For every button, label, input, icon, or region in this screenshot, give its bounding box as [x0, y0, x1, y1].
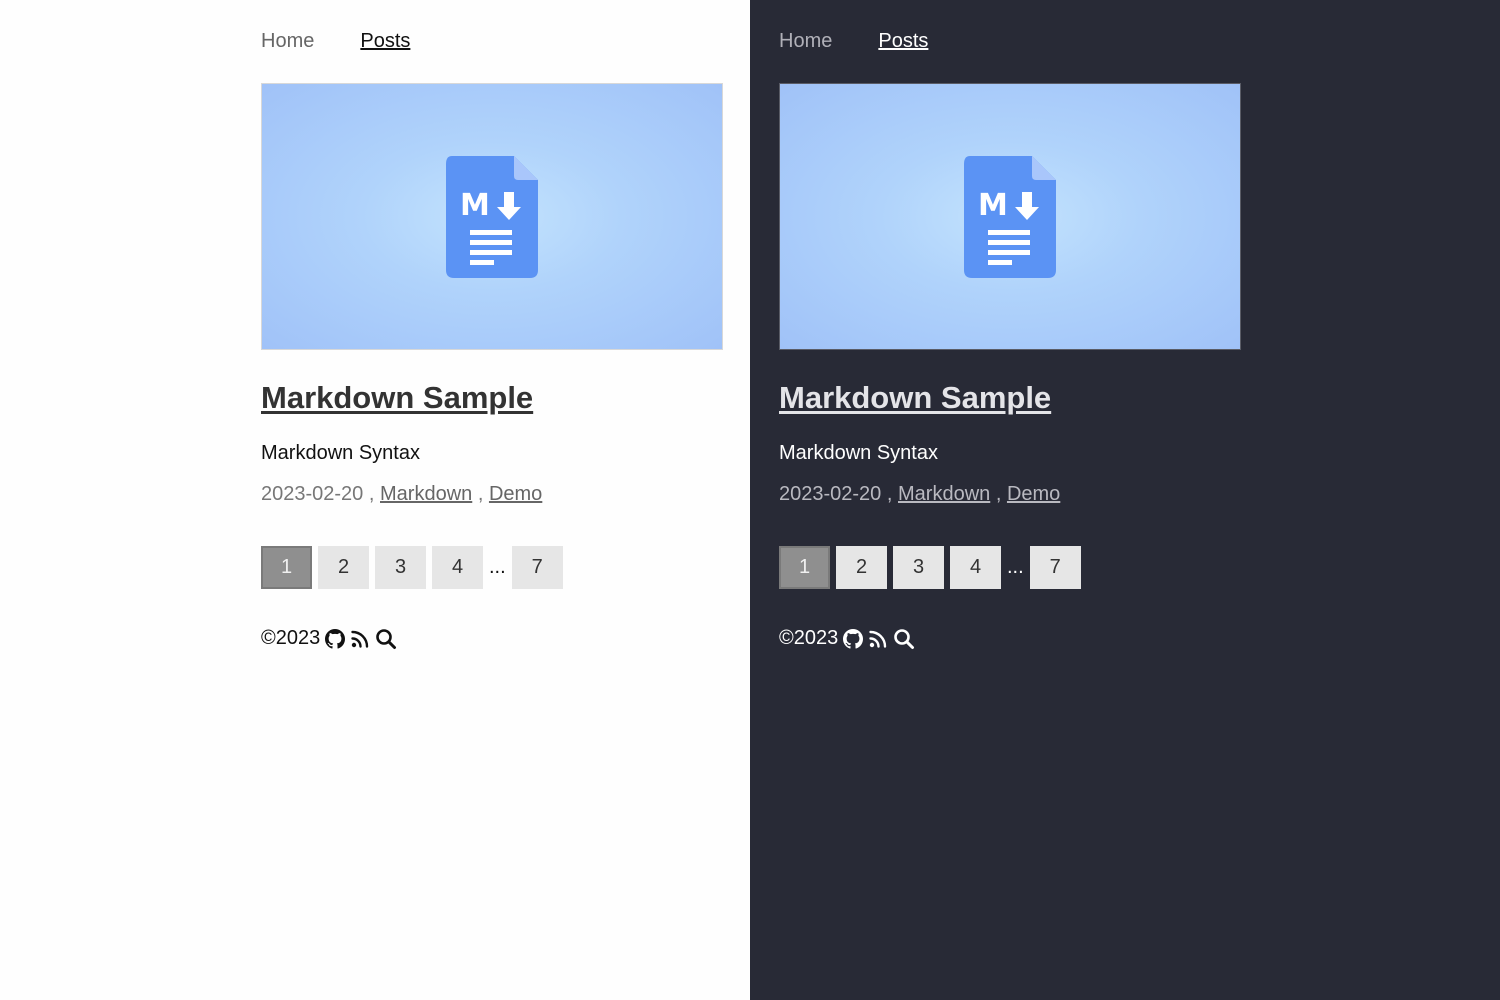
light-theme-panel: Home Posts M Markdown Sample Markdown Sy… [0, 0, 750, 1000]
page-button[interactable]: 4 [950, 546, 1001, 589]
page-button[interactable]: 7 [1029, 546, 1081, 589]
search-icon[interactable] [375, 628, 397, 650]
rss-icon[interactable] [350, 629, 370, 649]
nav-posts-link[interactable]: Posts [878, 30, 928, 53]
tag-link-markdown[interactable]: Markdown [898, 483, 990, 505]
pagination-ellipsis: ... [489, 556, 506, 578]
pagination-ellipsis: ... [1007, 556, 1024, 578]
github-icon[interactable] [843, 628, 864, 649]
github-icon[interactable] [325, 628, 346, 649]
page-button-current[interactable]: 1 [779, 546, 830, 589]
copyright-text: ©2023 [779, 627, 839, 649]
post-title-link[interactable]: Markdown Sample [779, 380, 1051, 416]
nav-home-link[interactable]: Home [779, 30, 832, 53]
tag-link-demo[interactable]: Demo [1007, 483, 1060, 505]
page-button[interactable]: 3 [375, 546, 426, 589]
meta-separator: , [995, 483, 1002, 505]
meta-separator: , [368, 483, 375, 505]
meta-separator: , [477, 483, 484, 505]
page-button[interactable]: 3 [893, 546, 944, 589]
copyright-text: ©2023 [261, 627, 321, 649]
page-button[interactable]: 7 [511, 546, 563, 589]
post-subtitle: Markdown Syntax [261, 442, 420, 464]
tag-link-markdown[interactable]: Markdown [380, 483, 472, 505]
post-meta: 2023-02-20 , Markdown , Demo [779, 483, 1241, 506]
page-button[interactable]: 4 [432, 546, 483, 589]
rss-icon[interactable] [868, 629, 888, 649]
page-button[interactable]: 2 [836, 546, 887, 589]
post-date: 2023-02-20 [779, 483, 882, 505]
post-title-link[interactable]: Markdown Sample [261, 380, 533, 416]
page-content: Home Posts M Markdown Sample Markdown Sy… [261, 0, 723, 650]
dark-theme-panel: Home Posts M Markdown Sample Markdown Sy… [750, 0, 1500, 1000]
tag-link-demo[interactable]: Demo [489, 483, 542, 505]
markdown-file-icon: M [446, 155, 538, 278]
page-button-current[interactable]: 1 [261, 546, 312, 589]
svg-text:M: M [978, 188, 1008, 223]
post-cover-image[interactable]: M [779, 83, 1241, 350]
footer: ©2023 [779, 627, 1241, 650]
footer: ©2023 [261, 627, 723, 650]
page-content: Home Posts M Markdown Sample Markdown Sy… [779, 0, 1241, 650]
pagination: 1 2 3 4 ... 7 [261, 546, 723, 589]
top-nav: Home Posts [779, 0, 1241, 82]
search-icon[interactable] [893, 628, 915, 650]
post-subtitle: Markdown Syntax [779, 442, 938, 464]
nav-posts-link[interactable]: Posts [360, 30, 410, 53]
svg-text:M: M [460, 188, 490, 223]
page-button[interactable]: 2 [318, 546, 369, 589]
post-date: 2023-02-20 [261, 483, 364, 505]
pagination: 1 2 3 4 ... 7 [779, 546, 1241, 589]
markdown-file-icon: M [964, 155, 1056, 278]
meta-separator: , [886, 483, 893, 505]
post-meta: 2023-02-20 , Markdown , Demo [261, 483, 723, 506]
post-cover-image[interactable]: M [261, 83, 723, 350]
nav-home-link[interactable]: Home [261, 30, 314, 53]
top-nav: Home Posts [261, 0, 723, 82]
